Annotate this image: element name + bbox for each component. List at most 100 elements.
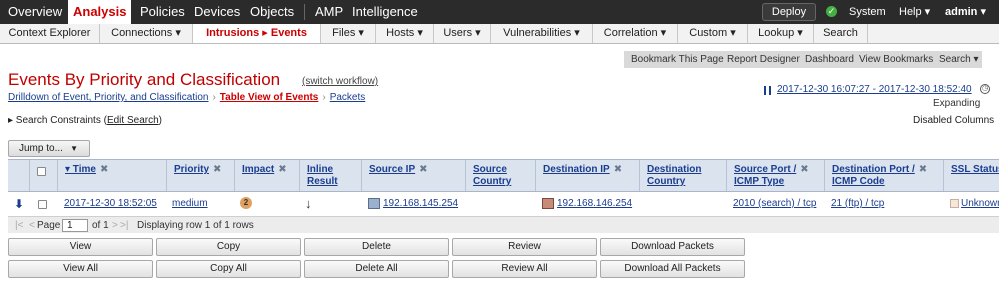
nav-objects[interactable]: Objects <box>246 0 298 24</box>
header-destination-ip[interactable]: Destination IP ✖ <box>536 160 640 191</box>
jump-to-dropdown[interactable]: Jump to... ▼ <box>8 140 90 157</box>
select-all-checkbox[interactable] <box>37 167 46 176</box>
remove-column-icon[interactable]: ✖ <box>919 164 927 175</box>
header-source-country-label[interactable]: Source <box>473 164 535 176</box>
header-source-port-label[interactable]: Source Port / <box>734 164 796 175</box>
remove-column-icon[interactable]: ✖ <box>100 164 108 175</box>
header-source-ip-label[interactable]: Source IP <box>369 164 415 175</box>
cell-source-ip[interactable]: 192.168.145.254 <box>368 194 458 214</box>
nav-system[interactable]: System <box>845 0 890 24</box>
header-source-country[interactable]: Source Country <box>466 160 536 191</box>
header-impact[interactable]: Impact ✖ <box>235 160 300 191</box>
header-source-country-label-2[interactable]: Country <box>473 176 535 188</box>
cell-time[interactable]: 2017-12-30 18:52:05 <box>64 194 157 214</box>
disabled-columns-toggle[interactable]: Disabled Columns <box>913 115 994 126</box>
subnav-users[interactable]: Users ▾ <box>434 24 491 43</box>
remove-column-icon[interactable]: ✖ <box>614 164 622 175</box>
nav-analysis[interactable]: Analysis <box>68 0 132 24</box>
breadcrumb-drilldown[interactable]: Drilldown of Event, Priority, and Classi… <box>8 92 208 103</box>
delete-all-button[interactable]: Delete All <box>304 260 449 278</box>
bookmark-search-menu[interactable]: Search ▾ <box>939 51 978 68</box>
cell-destination-port[interactable]: 21 (ftp) / tcp <box>831 194 884 214</box>
report-designer-link[interactable]: Report Designer <box>727 51 800 68</box>
table-row[interactable]: ⬇ 2017-12-30 18:52:05 medium 2 ↓ 192.168… <box>8 194 999 214</box>
header-source-port[interactable]: Source Port / ✖ ICMP Type <box>727 160 825 191</box>
header-destination-country[interactable]: Destination Country <box>640 160 727 191</box>
ssl-status-link[interactable]: Unknown <box>961 198 999 209</box>
header-destination-port-label[interactable]: Destination Port / <box>832 164 915 175</box>
cell-source-port[interactable]: 2010 (search) / tcp <box>733 194 816 214</box>
subnav-files[interactable]: Files ▾ <box>321 24 376 43</box>
header-priority-label[interactable]: Priority <box>174 164 209 175</box>
delete-button[interactable]: Delete <box>304 238 449 256</box>
copy-all-button[interactable]: Copy All <box>156 260 301 278</box>
header-inline-result-label-2[interactable]: Result <box>307 176 361 188</box>
subnav-intrusions-events[interactable]: Intrusions ▸ Events <box>193 24 321 43</box>
host-icon[interactable] <box>368 197 380 209</box>
subnav-search[interactable]: Search <box>814 24 868 43</box>
time-range-link[interactable]: 2017-12-30 16:07:27 - 2017-12-30 18:52:4… <box>777 84 972 95</box>
source-ip-link[interactable]: 192.168.145.254 <box>383 198 458 209</box>
cell-destination-ip[interactable]: 192.168.146.254 <box>542 194 632 214</box>
pause-icon[interactable] <box>764 86 771 95</box>
view-bookmarks-link[interactable]: View Bookmarks <box>859 51 933 68</box>
nav-policies[interactable]: Policies <box>136 0 189 24</box>
cell-priority[interactable]: medium <box>172 194 208 214</box>
header-destination-country-label[interactable]: Destination <box>647 164 726 176</box>
subnav-lookup[interactable]: Lookup ▾ <box>748 24 814 43</box>
next-page-button[interactable]: > <box>112 217 118 234</box>
header-priority[interactable]: Priority ✖ <box>167 160 235 191</box>
prev-page-button[interactable]: < <box>29 217 35 234</box>
remove-column-icon[interactable]: ✖ <box>213 164 221 175</box>
breadcrumb-table-view[interactable]: Table View of Events <box>220 92 319 103</box>
header-ssl-status[interactable]: SSL Status <box>944 160 999 191</box>
header-destination-port[interactable]: Destination Port / ✖ ICMP Code <box>825 160 944 191</box>
review-all-button[interactable]: Review All <box>452 260 597 278</box>
header-source-ip[interactable]: Source IP ✖ <box>362 160 466 191</box>
host-icon[interactable] <box>542 197 554 209</box>
switch-workflow-link[interactable]: (switch workflow) <box>302 76 378 87</box>
view-all-button[interactable]: View All <box>8 260 153 278</box>
nav-amp[interactable]: AMP <box>311 0 347 24</box>
header-inline-result-label[interactable]: Inline <box>307 164 361 176</box>
remove-column-icon[interactable]: ✖ <box>278 164 286 175</box>
view-button[interactable]: View <box>8 238 153 256</box>
nav-intelligence[interactable]: Intelligence <box>348 0 422 24</box>
subnav-custom[interactable]: Custom ▾ <box>678 24 748 43</box>
first-page-button[interactable]: |< <box>15 217 23 234</box>
remove-column-icon[interactable]: ✖ <box>419 164 427 175</box>
bookmark-this-page-link[interactable]: Bookmark This Page <box>631 51 724 68</box>
last-page-button[interactable]: >| <box>120 217 128 234</box>
destination-ip-link[interactable]: 192.168.146.254 <box>557 198 632 209</box>
header-inline-result[interactable]: Inline Result <box>300 160 362 191</box>
header-time[interactable]: ▾ Time ✖ <box>58 160 167 191</box>
download-all-packets-button[interactable]: Download All Packets <box>600 260 745 278</box>
download-packets-button[interactable]: Download Packets <box>600 238 745 256</box>
header-destination-ip-label[interactable]: Destination IP <box>543 164 610 175</box>
page-number-input[interactable]: 1 <box>62 219 88 232</box>
dashboard-link[interactable]: Dashboard <box>805 51 854 68</box>
row-checkbox[interactable] <box>38 200 47 209</box>
header-destination-port-label-2[interactable]: ICMP Code <box>832 176 943 188</box>
nav-help[interactable]: Help ▾ <box>895 0 934 24</box>
copy-button[interactable]: Copy <box>156 238 301 256</box>
header-impact-label[interactable]: Impact <box>242 164 274 175</box>
edit-search-link[interactable]: Edit Search <box>107 115 159 126</box>
drilldown-arrow-icon[interactable]: ⬇ <box>14 194 24 214</box>
subnav-hosts[interactable]: Hosts ▾ <box>376 24 434 43</box>
header-ssl-status-label[interactable]: SSL Status <box>951 164 999 175</box>
cell-ssl-status[interactable]: Unknown <box>950 194 999 214</box>
subnav-vulnerabilities[interactable]: Vulnerabilities ▾ <box>491 24 593 43</box>
breadcrumb-packets[interactable]: Packets <box>330 92 366 103</box>
header-destination-country-label-2[interactable]: Country <box>647 176 726 188</box>
impact-badge[interactable]: 2 <box>240 197 252 210</box>
search-constraints[interactable]: ▸ Search Constraints (Edit Search) <box>8 115 162 126</box>
remove-column-icon[interactable]: ✖ <box>800 164 808 175</box>
deploy-button[interactable]: Deploy <box>762 3 816 21</box>
subnav-context-explorer[interactable]: Context Explorer <box>0 24 100 43</box>
header-time-label[interactable]: ▾ Time <box>65 164 96 175</box>
nav-devices[interactable]: Devices <box>190 0 244 24</box>
subnav-correlation[interactable]: Correlation ▾ <box>593 24 678 43</box>
header-source-port-label-2[interactable]: ICMP Type <box>734 176 824 188</box>
clock-icon[interactable]: ◷ <box>980 84 990 94</box>
